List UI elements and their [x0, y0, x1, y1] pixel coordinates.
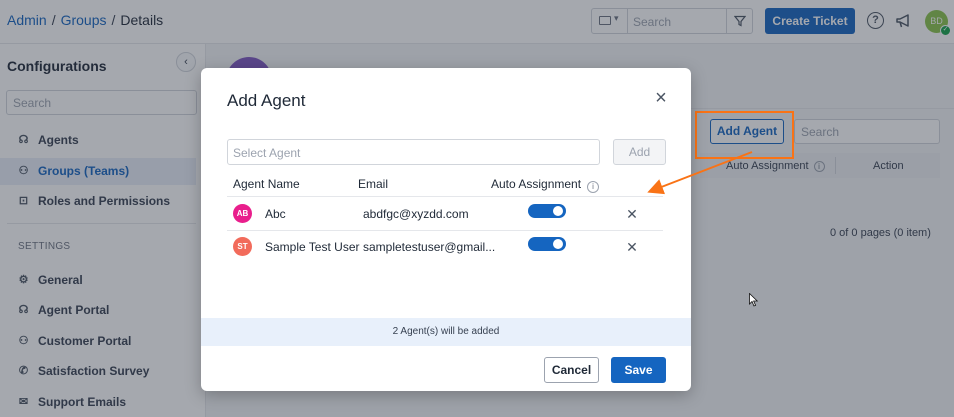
column-email: Email: [358, 177, 389, 191]
agent-avatar: AB: [233, 204, 252, 223]
table-divider: [227, 196, 663, 197]
dialog-title: Add Agent: [227, 91, 306, 110]
agent-email: sampletestuser@gmail...: [363, 240, 496, 254]
save-button[interactable]: Save: [611, 357, 666, 383]
toggle-knob: [553, 206, 563, 216]
agent-avatar: ST: [233, 237, 252, 256]
remove-agent-icon[interactable]: ✕: [625, 240, 639, 254]
info-icon: i: [587, 181, 600, 193]
agent-email: abdfgc@xyzdd.com: [363, 207, 469, 221]
mouse-pointer-icon: [749, 293, 759, 307]
remove-agent-icon[interactable]: ✕: [625, 207, 639, 221]
close-icon[interactable]: ×: [652, 88, 670, 108]
column-agent-name: Agent Name: [233, 177, 300, 191]
cancel-button[interactable]: Cancel: [544, 357, 599, 383]
column-auto-assignment: Auto Assignment i: [491, 177, 600, 193]
select-agent-dropdown[interactable]: Select Agent: [227, 139, 600, 165]
agent-name: Sample Test User: [265, 240, 360, 254]
agents-added-info: 2 Agent(s) will be added: [201, 318, 691, 346]
table-divider: [227, 230, 663, 231]
agent-name: Abc: [265, 207, 286, 221]
auto-assignment-toggle[interactable]: [528, 204, 566, 218]
column-label: Auto Assignment: [491, 177, 582, 191]
add-button[interactable]: Add: [613, 139, 666, 165]
auto-assignment-toggle[interactable]: [528, 237, 566, 251]
add-agent-dialog: Add Agent × Select Agent Add Agent Name …: [201, 68, 691, 391]
toggle-knob: [553, 239, 563, 249]
annotation-highlight-box: [695, 111, 794, 159]
